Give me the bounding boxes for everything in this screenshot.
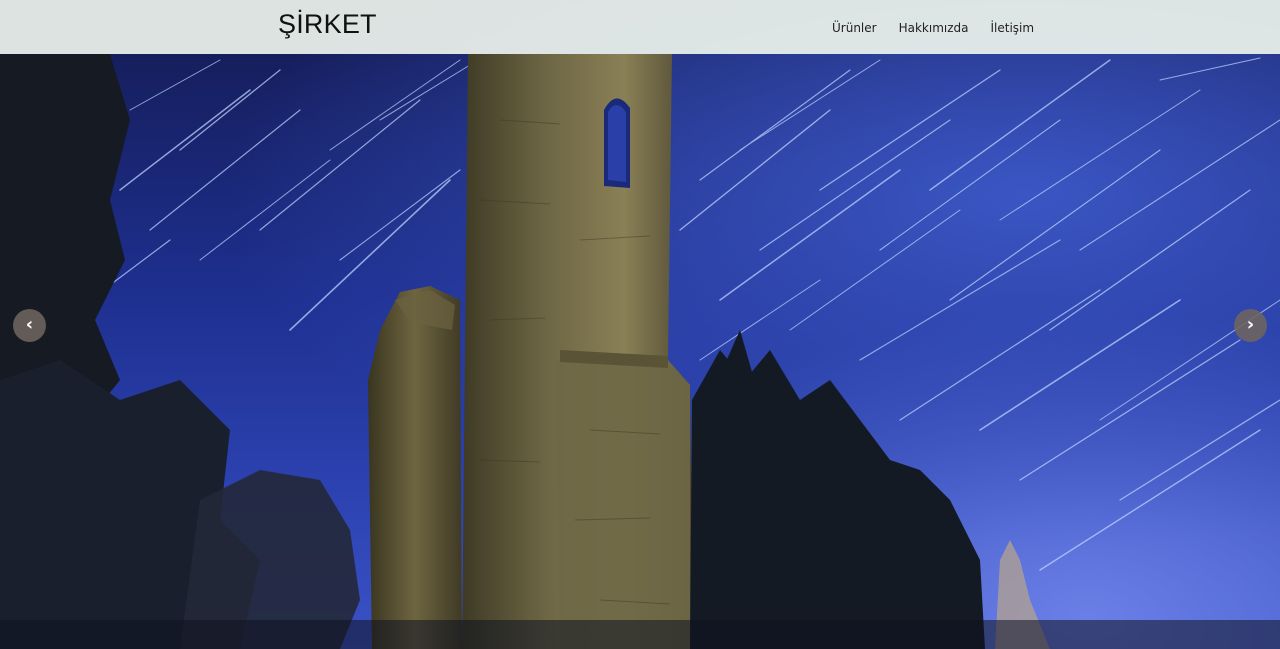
chevron-right-icon: › (1246, 314, 1255, 335)
main-nav: Ürünler Hakkımızda İletişim (832, 0, 1034, 54)
carousel-next-button[interactable]: › (1234, 309, 1267, 342)
nav-item-urunler[interactable]: Ürünler (832, 21, 877, 35)
carousel-prev-button[interactable]: ‹ (13, 309, 46, 342)
nav-item-hakkimizda[interactable]: Hakkımızda (899, 21, 969, 35)
nav-item-iletisim[interactable]: İletişim (990, 21, 1034, 35)
chevron-left-icon: ‹ (25, 314, 34, 335)
page: ŞİRKET Ürünler Hakkımızda İletişim ‹ › (0, 0, 1280, 649)
top-navbar: ŞİRKET Ürünler Hakkımızda İletişim (0, 0, 1280, 54)
hero-image (0, 54, 1280, 649)
hero-slide (0, 0, 1280, 649)
brand-logo[interactable]: ŞİRKET (278, 9, 377, 40)
